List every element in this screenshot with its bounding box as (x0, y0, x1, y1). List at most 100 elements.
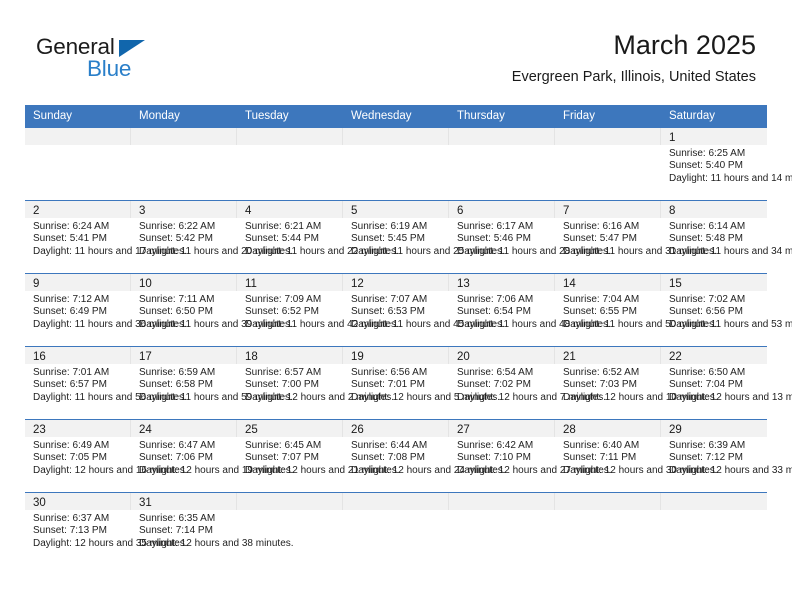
day-number: 23 (33, 424, 46, 436)
daylight-text: Daylight: 12 hours and 21 minutes. (245, 464, 400, 476)
day-number-band: 23 (25, 420, 131, 437)
day-details: Sunrise: 6:57 AM Sunset: 7:00 PM Daylight:… (237, 364, 394, 404)
sunset-text: Sunset: 6:55 PM (563, 306, 637, 318)
daylight-text: Daylight: 11 hours and 56 minutes. (33, 391, 187, 403)
day-details: Sunrise: 6:22 AM Sunset: 5:42 PM Daylight:… (131, 218, 293, 258)
day-number-band (555, 493, 661, 510)
sunrise-text: Sunrise: 6:40 AM (563, 440, 640, 451)
day-cell-25[interactable]: 25 Sunrise: 6:45 AM Sunset: 7:07 PM Dayligh… (237, 420, 400, 493)
day-cell-10[interactable]: 10 Sunrise: 7:11 AM Sunset: 6:50 PM Dayligh… (131, 274, 293, 347)
sunset-text: Sunset: 6:54 PM (457, 306, 531, 318)
day-cell-26[interactable]: 26 Sunrise: 6:44 AM Sunset: 7:08 PM Dayligh… (343, 420, 506, 493)
sunset-text: Sunset: 6:49 PM (33, 306, 107, 318)
day-cell-inner: 18 Sunrise: 6:57 AM Sunset: 7:00 PM Dayligh… (237, 347, 394, 419)
sunset-text: Sunset: 7:06 PM (139, 452, 213, 464)
day-number: 1 (669, 132, 676, 144)
sunset-text: Sunset: 5:46 PM (457, 233, 531, 245)
day-number: 5 (351, 205, 358, 217)
day-number-band: 27 (449, 420, 555, 437)
day-number-band: 16 (25, 347, 131, 364)
daylight-text: Daylight: 12 hours and 30 minutes. (563, 464, 718, 476)
day-cell-30[interactable]: 30 Sunrise: 6:37 AM Sunset: 7:13 PM Dayligh… (25, 493, 188, 566)
calendar-week-row: 16 Sunrise: 7:01 AM Sunset: 6:57 PM Dayligh… (25, 346, 792, 420)
sunrise-text: Sunrise: 7:07 AM (351, 294, 428, 305)
day-number-band: 19 (343, 347, 449, 364)
day-cell-inner (343, 128, 449, 200)
day-number: 7 (563, 205, 570, 217)
day-number-band: 18 (237, 347, 343, 364)
sunrise-text: Sunrise: 7:11 AM (139, 294, 215, 305)
day-cell-24[interactable]: 24 Sunrise: 6:47 AM Sunset: 7:06 PM Dayligh… (131, 420, 294, 493)
day-cell-inner: 2 Sunrise: 6:24 AM Sunset: 5:41 PM Daylight… (25, 201, 187, 273)
day-details: Sunrise: 7:06 AM Sunset: 6:54 PM Daylight:… (449, 291, 611, 331)
day-cell-5[interactable]: 5 Sunrise: 6:19 AM Sunset: 5:45 PM Daylight… (343, 201, 505, 274)
daylight-text: Daylight: 11 hours and 36 minutes. (33, 318, 187, 330)
day-cell-empty (25, 128, 131, 201)
day-details: Sunrise: 6:37 AM Sunset: 7:13 PM Daylight:… (25, 510, 188, 550)
day-cell-19[interactable]: 19 Sunrise: 6:56 AM Sunset: 7:01 PM Dayligh… (343, 347, 500, 420)
day-details: Sunrise: 6:56 AM Sunset: 7:01 PM Daylight:… (343, 364, 500, 404)
day-details: Sunrise: 7:04 AM Sunset: 6:55 PM Daylight:… (555, 291, 717, 331)
day-number: 6 (457, 205, 464, 217)
day-details: Sunrise: 6:54 AM Sunset: 7:02 PM Daylight:… (449, 364, 606, 404)
day-cell-7[interactable]: 7 Sunrise: 6:16 AM Sunset: 5:47 PM Daylight… (555, 201, 717, 274)
day-cell-12[interactable]: 12 Sunrise: 7:07 AM Sunset: 6:53 PM Dayligh… (343, 274, 505, 347)
sunset-text: Sunset: 6:50 PM (139, 306, 213, 318)
day-details: Sunrise: 6:35 AM Sunset: 7:14 PM Daylight:… (131, 510, 294, 550)
daylight-text: Daylight: 11 hours and 20 minutes. (139, 245, 293, 257)
day-cell-11[interactable]: 11 Sunrise: 7:09 AM Sunset: 6:52 PM Dayligh… (237, 274, 399, 347)
day-number-band (343, 128, 449, 145)
day-cell-9[interactable]: 9 Sunrise: 7:12 AM Sunset: 6:49 PM Daylight… (25, 274, 187, 347)
day-cell-6[interactable]: 6 Sunrise: 6:17 AM Sunset: 5:46 PM Daylight… (449, 201, 611, 274)
day-cell-inner: 26 Sunrise: 6:44 AM Sunset: 7:08 PM Dayligh… (343, 420, 506, 492)
day-cell-27[interactable]: 27 Sunrise: 6:42 AM Sunset: 7:10 PM Dayligh… (449, 420, 612, 493)
day-cell-13[interactable]: 13 Sunrise: 7:06 AM Sunset: 6:54 PM Dayligh… (449, 274, 611, 347)
day-cell-inner: 22 Sunrise: 6:50 AM Sunset: 7:04 PM Dayligh… (661, 347, 792, 419)
sunrise-text: Sunrise: 7:02 AM (669, 294, 746, 305)
day-cell-22[interactable]: 22 Sunrise: 6:50 AM Sunset: 7:04 PM Dayligh… (661, 347, 792, 420)
day-cell-21[interactable]: 21 Sunrise: 6:52 AM Sunset: 7:03 PM Dayligh… (555, 347, 718, 420)
day-cell-empty (661, 493, 767, 566)
day-number: 29 (669, 424, 682, 436)
day-cell-empty (449, 128, 555, 201)
sunrise-text: Sunrise: 6:35 AM (139, 513, 216, 524)
day-cell-inner: 15 Sunrise: 7:02 AM Sunset: 6:56 PM Dayligh… (661, 274, 792, 346)
weekday-header-saturday: Saturday (661, 105, 767, 128)
day-cell-16[interactable]: 16 Sunrise: 7:01 AM Sunset: 6:57 PM Dayligh… (25, 347, 187, 420)
day-number: 27 (457, 424, 470, 436)
daylight-text: Daylight: 11 hours and 14 minutes. (669, 172, 792, 184)
day-cell-inner: 11 Sunrise: 7:09 AM Sunset: 6:52 PM Dayligh… (237, 274, 399, 346)
day-cell-29[interactable]: 29 Sunrise: 6:39 AM Sunset: 7:12 PM Dayligh… (661, 420, 792, 493)
day-cell-1[interactable]: 1 Sunrise: 6:25 AM Sunset: 5:40 PM Daylight… (661, 128, 792, 201)
day-cell-18[interactable]: 18 Sunrise: 6:57 AM Sunset: 7:00 PM Dayligh… (237, 347, 394, 420)
day-number: 21 (563, 351, 576, 363)
calendar-grid: Sunday Monday Tuesday Wednesday Thursday Frid… (25, 105, 792, 566)
day-cell-3[interactable]: 3 Sunrise: 6:22 AM Sunset: 5:42 PM Daylight… (131, 201, 293, 274)
day-cell-31[interactable]: 31 Sunrise: 6:35 AM Sunset: 7:14 PM Dayligh… (131, 493, 294, 566)
sunrise-text: Sunrise: 6:56 AM (351, 367, 428, 378)
day-cell-2[interactable]: 2 Sunrise: 6:24 AM Sunset: 5:41 PM Daylight… (25, 201, 187, 274)
day-cell-14[interactable]: 14 Sunrise: 7:04 AM Sunset: 6:55 PM Dayligh… (555, 274, 717, 347)
day-cell-20[interactable]: 20 Sunrise: 6:54 AM Sunset: 7:02 PM Dayligh… (449, 347, 606, 420)
day-cell-15[interactable]: 15 Sunrise: 7:02 AM Sunset: 6:56 PM Dayligh… (661, 274, 792, 347)
day-cell-inner: 21 Sunrise: 6:52 AM Sunset: 7:03 PM Dayligh… (555, 347, 718, 419)
sunset-text: Sunset: 6:53 PM (351, 306, 425, 318)
sunrise-text: Sunrise: 6:44 AM (351, 440, 428, 451)
day-number: 12 (351, 278, 364, 290)
daylight-text: Daylight: 12 hours and 33 minutes. (669, 464, 792, 476)
day-cell-8[interactable]: 8 Sunrise: 6:14 AM Sunset: 5:48 PM Daylight… (661, 201, 792, 274)
day-details: Sunrise: 7:07 AM Sunset: 6:53 PM Daylight:… (343, 291, 505, 331)
weekday-header-sunday: Sunday (25, 105, 131, 128)
day-cell-28[interactable]: 28 Sunrise: 6:40 AM Sunset: 7:11 PM Dayligh… (555, 420, 718, 493)
sunset-text: Sunset: 7:12 PM (669, 452, 743, 464)
day-cell-4[interactable]: 4 Sunrise: 6:21 AM Sunset: 5:44 PM Daylight… (237, 201, 399, 274)
day-number-band: 10 (131, 274, 237, 291)
daylight-text: Daylight: 11 hours and 25 minutes. (351, 245, 505, 257)
sunrise-text: Sunrise: 6:42 AM (457, 440, 534, 451)
day-cell-17[interactable]: 17 Sunrise: 6:59 AM Sunset: 6:58 PM Dayligh… (131, 347, 293, 420)
sunset-text: Sunset: 7:03 PM (563, 379, 637, 391)
day-cell-inner (131, 128, 237, 200)
sunrise-text: Sunrise: 7:06 AM (457, 294, 534, 305)
day-number-band: 6 (449, 201, 555, 218)
day-cell-23[interactable]: 23 Sunrise: 6:49 AM Sunset: 7:05 PM Dayligh… (25, 420, 188, 493)
